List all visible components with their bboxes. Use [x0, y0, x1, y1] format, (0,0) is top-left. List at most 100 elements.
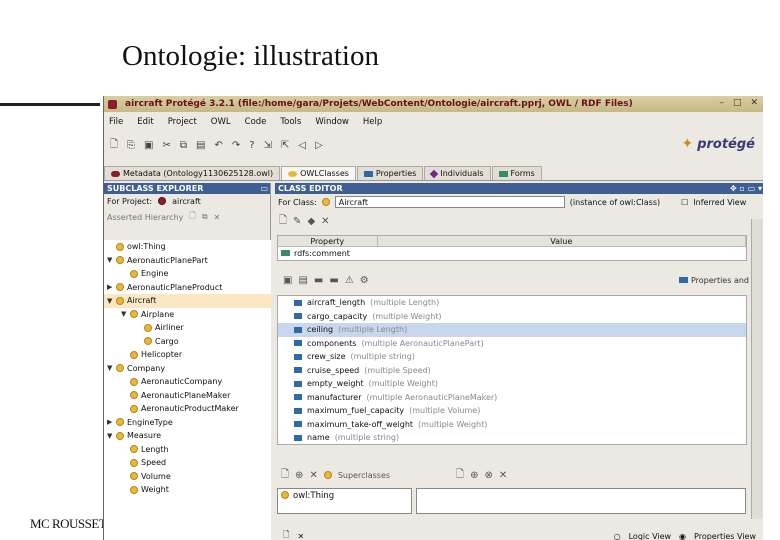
property-column-header[interactable]: Property [278, 236, 378, 246]
tree-item[interactable]: ▼ Aircraft [104, 294, 271, 308]
close-button[interactable]: ✕ [750, 98, 758, 108]
tree-item[interactable]: ▼ Measure [104, 429, 271, 443]
create-condition-icon[interactable]: ⊗ [484, 470, 492, 481]
tab-forms[interactable]: Forms [491, 166, 542, 180]
property-row[interactable]: maximum_fuel_capacity (multiple Volume) [278, 404, 746, 418]
edit-icon[interactable]: ⚠ [345, 275, 354, 286]
add-value-icon[interactable]: ◆ [307, 216, 315, 227]
tree-item[interactable]: ▼ Company [104, 362, 271, 376]
property-row[interactable]: empty_weight (multiple Weight) [278, 377, 746, 391]
expand-arrow-icon[interactable]: ▼ [107, 297, 116, 305]
property-row[interactable]: name (multiple string) [278, 431, 746, 445]
tab-individuals[interactable]: Individuals [424, 166, 491, 180]
property-row[interactable]: components (multiple AeronauticPlanePart) [278, 337, 746, 351]
minimize-button[interactable]: – [719, 98, 724, 108]
collapse-arrow-icon[interactable]: ▶ [107, 283, 116, 291]
edit-annotation-icon[interactable]: ✎ [293, 216, 301, 227]
add-equivalent-icon[interactable]: ⊕ [470, 470, 478, 481]
tree-item[interactable]: Weight [104, 483, 271, 497]
menu-owl[interactable]: OWL [211, 117, 231, 127]
superclass-list[interactable]: owl:Thing [277, 488, 412, 514]
add-subclass-icon[interactable]: 🗋 [189, 210, 195, 224]
tab-metadata[interactable]: Metadata (Ontology1130625128.owl) [104, 166, 281, 180]
tab-owlclasses[interactable]: OWLClasses [281, 166, 356, 180]
tree-item[interactable]: Airliner [104, 321, 271, 335]
class-name-field[interactable]: Aircraft [334, 196, 565, 208]
undo-icon[interactable]: ↶ [214, 140, 222, 151]
maximize-button[interactable]: □ [733, 98, 742, 108]
collapse-arrow-icon[interactable]: ▶ [107, 418, 116, 426]
back-icon[interactable]: ◁ [298, 140, 306, 151]
property-row[interactable]: crew_size (multiple string) [278, 350, 746, 364]
menu-edit[interactable]: Edit [137, 117, 153, 127]
properties-view-radio[interactable]: ◉ [679, 532, 686, 540]
new-icon[interactable]: 🗋 [110, 137, 118, 154]
menu-tools[interactable]: Tools [280, 117, 301, 127]
logic-view-radio[interactable]: ○ [614, 532, 621, 540]
menu-project[interactable]: Project [168, 117, 197, 127]
tree-item[interactable]: owl:Thing [104, 240, 271, 254]
tree-item[interactable]: AeronauticProductMaker [104, 402, 271, 416]
expand-arrow-icon[interactable]: ▼ [107, 364, 116, 372]
table-row[interactable]: rdfs:comment [278, 247, 746, 259]
value-column-header[interactable]: Value [378, 236, 746, 246]
tree-item[interactable]: AeronauticPlaneMaker [104, 389, 271, 403]
remove-condition-icon[interactable]: ✕ [499, 470, 507, 481]
expand-arrow-icon[interactable]: ▼ [121, 310, 130, 318]
remove-superclass-icon[interactable]: ✕ [309, 470, 317, 481]
redo-icon[interactable]: ↷ [232, 140, 240, 151]
query-icon[interactable]: ? [249, 140, 254, 151]
tree-item[interactable]: Engine [104, 267, 271, 281]
paste-icon[interactable]: ▤ [196, 140, 205, 151]
tree-item[interactable]: Cargo [104, 335, 271, 349]
status-delete-icon[interactable]: ✕ [297, 532, 304, 540]
add-sibling-icon[interactable]: ⧉ [202, 212, 208, 222]
tree-item[interactable]: ▼ AeronauticPlanePart [104, 254, 271, 268]
create-property-icon[interactable]: ▬ [314, 275, 323, 286]
panel-menu-icon[interactable]: ▭ [260, 184, 268, 193]
add-named-class-icon[interactable]: ⊕ [295, 470, 303, 481]
cut-icon[interactable]: ✂ [163, 140, 171, 151]
tab-properties[interactable]: Properties [356, 166, 424, 180]
tree-item[interactable]: Length [104, 443, 271, 457]
add-restriction-icon[interactable]: ▤ [298, 275, 307, 286]
inferred-view-checkbox[interactable]: ☐ [681, 198, 688, 207]
delete-class-icon[interactable]: ✕ [214, 213, 221, 222]
remove-annotation-icon[interactable]: ✕ [321, 216, 329, 227]
add-annotation-icon[interactable]: 🗋 [279, 213, 287, 230]
menu-window[interactable]: Window [315, 117, 349, 127]
tree-item[interactable]: ▶ AeronauticPlaneProduct [104, 281, 271, 295]
tree-item[interactable]: Helicopter [104, 348, 271, 362]
import-icon[interactable]: ⇱ [281, 140, 289, 151]
editor-window-icons[interactable]: ✥ ▫ ▭ ▾ [730, 184, 762, 193]
tree-item[interactable]: ▶ EngineType [104, 416, 271, 430]
status-add-icon[interactable]: 🗋 [283, 529, 289, 540]
export-icon[interactable]: ⇲ [264, 140, 272, 151]
disjoints-list[interactable] [416, 488, 746, 514]
tree-item[interactable]: Speed [104, 456, 271, 470]
add-superclass-icon[interactable]: 🗋 [281, 467, 289, 484]
copy-icon[interactable]: ⧉ [180, 140, 187, 151]
forward-icon[interactable]: ▷ [315, 140, 323, 151]
tree-item[interactable]: AeronauticCompany [104, 375, 271, 389]
menu-file[interactable]: File [109, 117, 123, 127]
tree-item[interactable]: ▼ Airplane [104, 308, 271, 322]
property-row[interactable]: ceiling (multiple Length) [278, 323, 746, 337]
add-disjoint-icon[interactable]: 🗋 [456, 467, 464, 484]
property-row[interactable]: cruise_speed (multiple Speed) [278, 364, 746, 378]
search-property-icon[interactable]: ⚙ [360, 275, 369, 286]
open-icon[interactable]: ⎘ [127, 140, 135, 151]
menu-code[interactable]: Code [245, 117, 267, 127]
remove-property-icon[interactable]: ▬ [329, 275, 338, 286]
expand-arrow-icon[interactable]: ▼ [107, 256, 116, 264]
save-icon[interactable]: ▣ [144, 140, 153, 151]
tree-item[interactable]: Volume [104, 470, 271, 484]
property-row[interactable]: maximum_take-off_weight (multiple Weight) [278, 418, 746, 432]
property-row[interactable]: manufacturer (multiple AeronauticPlaneMak… [278, 391, 746, 405]
property-row[interactable]: cargo_capacity (multiple Weight) [278, 310, 746, 324]
property-row[interactable]: aircraft_length (multiple Length) [278, 296, 746, 310]
menu-help[interactable]: Help [363, 117, 382, 127]
expand-arrow-icon[interactable]: ▼ [107, 432, 116, 440]
add-property-icon[interactable]: ▣ [283, 275, 292, 286]
vertical-scrollbar[interactable] [751, 219, 763, 519]
